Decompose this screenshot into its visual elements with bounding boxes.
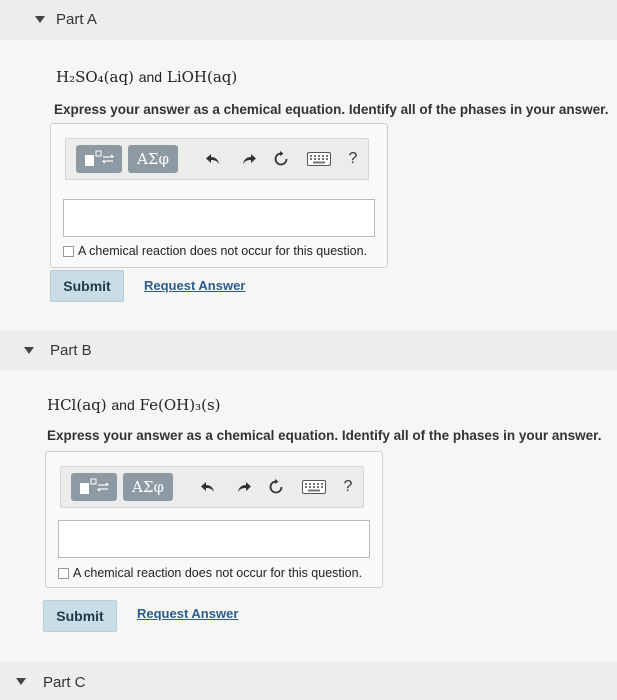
help-button[interactable]: ? (337, 476, 359, 498)
part-a-answer-panel: ΑΣφ ? A chemical reaction does not occur… (50, 123, 388, 268)
part-b-question: HCl(aq) and Fe(OH)₃(s) (47, 396, 221, 414)
no-reaction-option[interactable]: A chemical reaction does not occur for t… (58, 566, 362, 580)
page: Part A H₂SO₄(aq) and LiOH(aq) Express yo… (0, 0, 617, 700)
reactant-1: H₂SO₄(aq) (56, 68, 134, 86)
no-reaction-label: A chemical reaction does not occur for t… (73, 566, 363, 580)
redo-icon[interactable] (238, 148, 260, 170)
part-a-question: H₂SO₄(aq) and LiOH(aq) (56, 68, 237, 86)
part-a-instruction: Express your answer as a chemical equati… (54, 102, 609, 117)
keyboard-icon[interactable] (305, 148, 333, 170)
part-a-header[interactable]: Part A (0, 0, 617, 40)
connector-text: and (138, 69, 163, 85)
no-reaction-checkbox[interactable] (63, 245, 74, 257)
answer-input[interactable] (63, 199, 375, 237)
collapse-caret-icon[interactable] (35, 16, 45, 23)
part-b-instruction: Express your answer as a chemical equati… (47, 428, 602, 443)
part-b-answer-panel: ΑΣφ ? A chemical reaction does not occur… (45, 451, 383, 588)
connector-text: and (111, 397, 135, 413)
templates-icon (85, 150, 114, 166)
redo-icon[interactable] (233, 476, 255, 498)
part-b-header[interactable]: Part B (0, 330, 617, 370)
no-reaction-checkbox[interactable] (58, 567, 69, 579)
submit-button[interactable]: Submit (43, 600, 117, 632)
no-reaction-label: A chemical reaction does not occur for t… (78, 244, 368, 258)
answer-input[interactable] (58, 520, 370, 558)
reactant-2: Fe(OH)₃(s) (139, 396, 221, 414)
part-b-title: Part B (50, 342, 92, 359)
greek-symbols-button[interactable]: ΑΣφ (123, 473, 173, 501)
greek-symbols-button[interactable]: ΑΣφ (128, 145, 178, 173)
equation-toolbar: ΑΣφ ? (65, 138, 369, 180)
submit-button[interactable]: Submit (50, 270, 124, 302)
templates-icon (80, 478, 109, 494)
request-answer-link[interactable]: Request Answer (144, 278, 245, 293)
reactant-1: HCl(aq) (47, 396, 107, 414)
collapse-caret-icon[interactable] (16, 678, 26, 685)
collapse-caret-icon[interactable] (24, 347, 34, 354)
part-c-header[interactable]: Part C (0, 662, 617, 700)
part-a-title: Part A (56, 11, 97, 28)
no-reaction-option[interactable]: A chemical reaction does not occur for t… (63, 244, 367, 258)
templates-button[interactable] (71, 473, 117, 501)
help-button[interactable]: ? (342, 148, 364, 170)
equation-toolbar: ΑΣφ ? (60, 466, 364, 508)
undo-icon[interactable] (202, 148, 224, 170)
undo-icon[interactable] (197, 476, 219, 498)
templates-button[interactable] (76, 145, 122, 173)
part-c-title: Part C (43, 674, 86, 691)
reactant-2: LiOH(aq) (166, 68, 238, 86)
reset-icon[interactable] (265, 476, 287, 498)
request-answer-link[interactable]: Request Answer (137, 606, 238, 621)
keyboard-icon[interactable] (300, 476, 328, 498)
reset-icon[interactable] (270, 148, 292, 170)
